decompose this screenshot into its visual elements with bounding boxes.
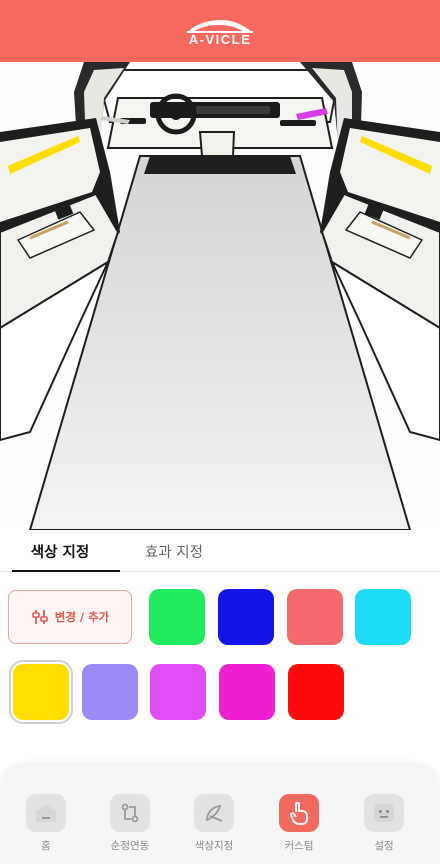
car-interior-illustration [0, 62, 440, 530]
nav-home[interactable]: 홈 [11, 794, 81, 856]
nav-label-custom: 커스텀 [284, 840, 314, 852]
settings-face-icon [364, 794, 404, 832]
home-icon [26, 794, 66, 832]
edit-add-button[interactable]: 변경 / 추가 [8, 590, 132, 644]
nav-custom[interactable]: 커스텀 [264, 794, 334, 856]
edit-add-label: 변경 / 추가 [54, 610, 110, 624]
nav-settings[interactable]: 설정 [349, 794, 419, 856]
color-swatch[interactable] [9, 660, 73, 724]
logo-text: A-VICLE [188, 31, 252, 47]
color-swatch[interactable] [355, 589, 411, 645]
color-swatch[interactable] [218, 589, 274, 645]
tab-color[interactable]: 색상 지정 [0, 530, 120, 572]
nav-label-oem-sync: 순정연동 [110, 840, 150, 852]
color-swatch[interactable] [288, 664, 344, 720]
tab-bar: 색상 지정 효과 지정 [0, 530, 440, 572]
nav-color-setting[interactable]: 색상지정 [179, 794, 249, 856]
nav-label-color-setting: 색상지정 [194, 840, 234, 852]
color-swatch[interactable] [82, 664, 138, 720]
paint-icon [194, 794, 234, 832]
sliders-icon [31, 610, 48, 624]
nav-oem-sync[interactable]: 순정연동 [95, 794, 165, 856]
app-logo: A-VICLE [185, 16, 255, 47]
tab-effect[interactable]: 효과 지정 [120, 530, 228, 572]
nav-label-settings: 설정 [374, 840, 394, 852]
sync-icon [110, 794, 150, 832]
color-swatch[interactable] [219, 664, 275, 720]
car-interior-preview [0, 62, 440, 530]
color-swatch[interactable] [287, 589, 343, 645]
touch-icon [279, 794, 319, 832]
nav-label-home: 홈 [41, 840, 51, 852]
color-swatch[interactable] [150, 664, 206, 720]
bottom-nav: 홈 순정연동 색상지정 커스텀 설정 [0, 766, 440, 864]
app-header: A-VICLE [0, 0, 440, 62]
color-swatch[interactable] [149, 589, 205, 645]
active-tab-indicator [12, 570, 120, 572]
